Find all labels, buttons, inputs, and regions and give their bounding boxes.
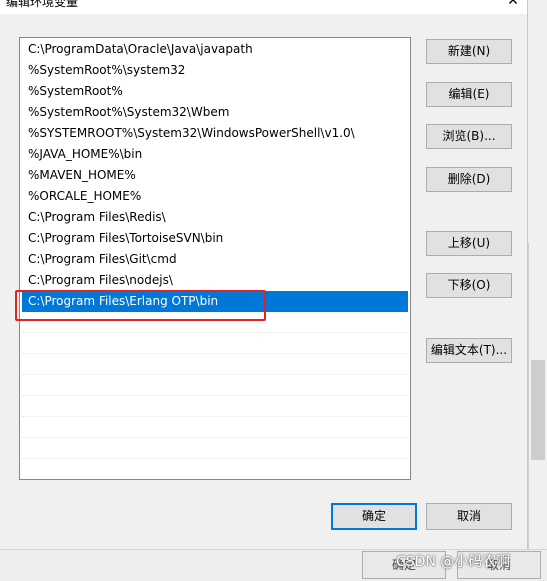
env-var-item-selected[interactable]: C:\Program Files\Erlang OTP\bin bbox=[22, 291, 408, 312]
env-var-item[interactable]: C:\ProgramData\Oracle\Java\javapath bbox=[22, 39, 408, 60]
env-var-item[interactable]: %MAVEN_HOME% bbox=[22, 165, 408, 186]
empty-row[interactable] bbox=[22, 333, 408, 354]
window-title: 编辑环境变量 bbox=[6, 0, 79, 9]
move-up-button[interactable]: 上移(U) bbox=[426, 231, 512, 256]
empty-row[interactable] bbox=[22, 354, 408, 375]
env-var-item[interactable]: %JAVA_HOME%\bin bbox=[22, 144, 408, 165]
empty-row[interactable] bbox=[22, 438, 408, 459]
watermark: CSDN @小码农啊 bbox=[396, 554, 511, 570]
edit-button[interactable]: 编辑(E) bbox=[426, 82, 512, 107]
env-var-item[interactable]: C:\Program Files\Redis\ bbox=[22, 207, 408, 228]
env-var-item[interactable]: C:\Program Files\nodejs\ bbox=[22, 270, 408, 291]
env-var-item[interactable]: C:\Program Files\Git\cmd bbox=[22, 249, 408, 270]
env-var-item[interactable]: %ORCALE_HOME% bbox=[22, 186, 408, 207]
edit-text-button[interactable]: 编辑文本(T)... bbox=[426, 338, 512, 363]
dialog-border bbox=[527, 0, 528, 550]
delete-button[interactable]: 删除(D) bbox=[426, 167, 512, 192]
env-var-item[interactable]: %SystemRoot%\System32\Wbem bbox=[22, 102, 408, 123]
env-var-item[interactable]: %SYSTEMROOT%\System32\WindowsPowerShell\… bbox=[22, 123, 408, 144]
ok-button[interactable]: 确定 bbox=[331, 503, 417, 530]
env-var-item[interactable]: C:\Program Files\TortoiseSVN\bin bbox=[22, 228, 408, 249]
empty-row[interactable] bbox=[22, 396, 408, 417]
empty-row[interactable] bbox=[22, 375, 408, 396]
background-scrollbar-thumb[interactable] bbox=[531, 360, 545, 460]
env-var-item[interactable]: %SystemRoot%\system32 bbox=[22, 60, 408, 81]
cancel-button[interactable]: 取消 bbox=[426, 503, 512, 530]
empty-row[interactable] bbox=[22, 417, 408, 438]
env-var-list[interactable]: C:\ProgramData\Oracle\Java\javapath %Sys… bbox=[19, 37, 411, 480]
env-var-item[interactable]: %SystemRoot% bbox=[22, 81, 408, 102]
new-button[interactable]: 新建(N) bbox=[426, 39, 512, 64]
move-down-button[interactable]: 下移(O) bbox=[426, 273, 512, 298]
browse-button[interactable]: 浏览(B)... bbox=[426, 124, 512, 149]
close-icon[interactable]: ✕ bbox=[503, 0, 523, 12]
title-bar: 编辑环境变量 ✕ bbox=[0, 0, 527, 14]
empty-row[interactable] bbox=[22, 312, 408, 333]
